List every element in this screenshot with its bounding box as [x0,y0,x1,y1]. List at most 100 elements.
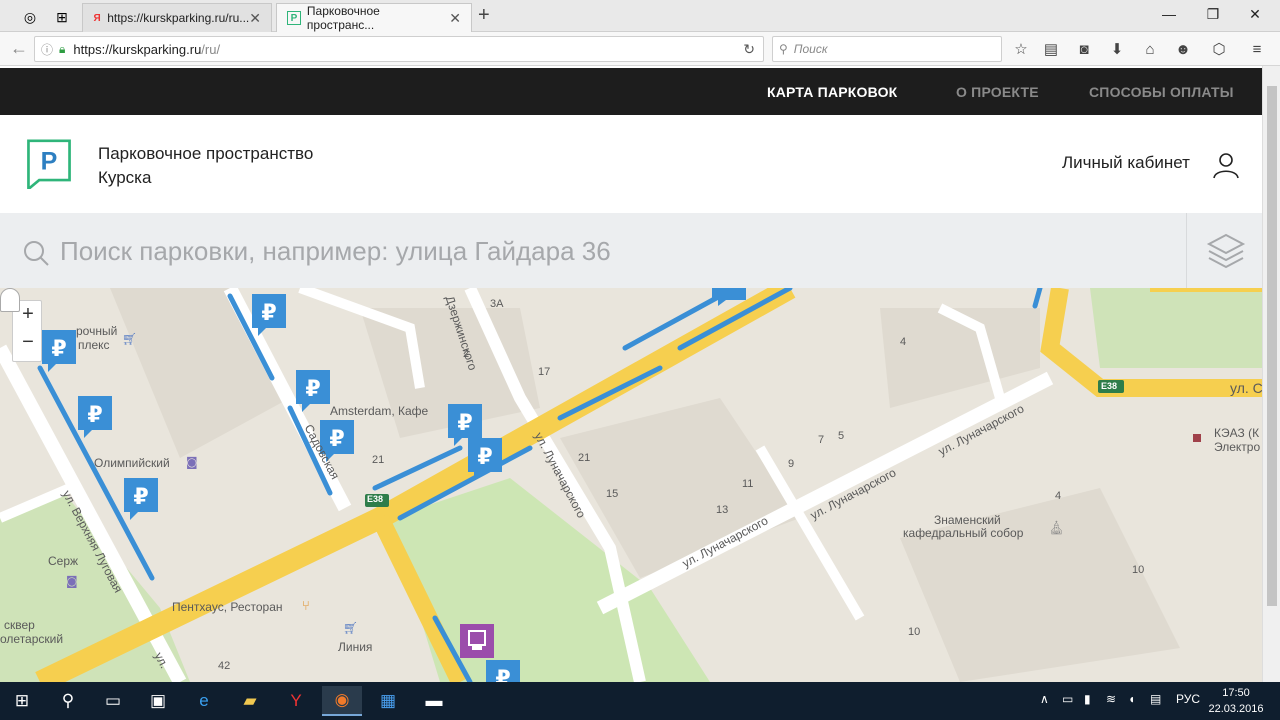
home-icon[interactable]: ⌂ [1139,38,1161,60]
user-icon[interactable] [1212,151,1240,179]
layers-icon[interactable] [1206,231,1246,271]
house-number: 2 [463,348,470,360]
svg-text:₽: ₽ [133,485,148,510]
mouse-cursor-icon [0,288,20,312]
extension-icon[interactable]: ⬡ [1208,38,1230,60]
parking-logo[interactable]: P [24,139,74,189]
clock[interactable]: 17:50 22.03.2016 [1206,685,1266,717]
pinned-tab-windows-icon[interactable]: ⊞ [48,4,76,30]
park-area [1090,288,1262,368]
house-number: 10 [1132,564,1145,576]
svg-text:◙: ◙ [186,455,198,469]
close-tab-icon[interactable]: ✕ [249,10,261,27]
start-button-icon[interactable]: ⊞ [2,686,42,716]
windows-taskbar: ⊞ ⚲ ▭ ▣ e ▰ Y ◉ ▦ ▬ ∧ ▭ ▮ ≋ ◖ ▤ РУС 17:5… [0,682,1280,720]
map-label: Электро [1214,440,1261,454]
map-label: кафедральный собор [903,526,1024,540]
bookmark-star-icon[interactable]: ☆ [1010,38,1032,60]
menu-icon[interactable]: ≡ [1246,38,1268,60]
close-tab-icon[interactable]: ✕ [449,10,461,27]
house-number: 3А [490,298,504,310]
page-scrollbar[interactable] [1262,66,1280,682]
tab-kurskparking[interactable]: Я https://kurskparking.ru/ru... ✕ [82,3,272,32]
url-text: https://kurskparking.ru/ru/ [73,41,221,57]
search-icon: ⚲ [779,42,788,56]
chevron-up-icon[interactable]: ∧ [1040,692,1049,706]
tray-icon[interactable]: ▭ [1062,692,1073,706]
svg-text:₽: ₽ [329,427,344,452]
house-number: 4 [900,336,907,348]
map-label: Пентхаус, Ресторан [172,600,283,614]
search-input[interactable]: Поиск парковки, например: улица Гайдара … [60,236,611,267]
download-icon[interactable]: ⬇ [1106,38,1128,60]
wifi-icon[interactable]: ≋ [1106,692,1116,706]
lock-icon: 🔒︎ [59,41,66,56]
tab-label: Парковочное пространс... [306,4,380,32]
notification-icon[interactable]: ▤ [1150,692,1161,706]
browser-search-input[interactable]: ⚲ Поиск [772,36,1002,62]
site-top-nav: КАРТА ПАРКОВОК О ПРОЕКТЕ СПОСОБЫ ОПЛАТЫ [0,68,1262,115]
map-label: Знаменский [934,513,1001,527]
svg-text:₽: ₽ [305,377,320,402]
volume-icon[interactable]: ◖ [1128,692,1135,706]
map-label: сквер [4,618,35,632]
house-number: 11 [742,478,754,490]
chat-icon[interactable]: ☻ [1172,38,1194,60]
svg-text:⑂: ⑂ [302,599,310,614]
clock-time: 17:50 [1222,687,1250,699]
route-label: E38 [367,494,384,504]
minimize-button[interactable]: — [1154,6,1184,22]
battery-icon[interactable]: ▮ [1084,692,1091,706]
file-explorer-icon[interactable]: ▰ [230,686,270,716]
payment-terminal-marker[interactable] [460,624,494,658]
address-bar[interactable]: ⓘ 🔒︎ https://kurskparking.ru/ru/ ↻ [34,36,764,62]
house-number: 15 [606,488,619,500]
language-indicator[interactable]: РУС [1176,692,1200,706]
nav-about[interactable]: О ПРОЕКТЕ [956,68,1039,115]
firefox-icon[interactable]: ◉ [322,686,362,716]
map-label: рочный [76,324,118,338]
house-number: 5 [838,430,845,442]
svg-text:₽: ₽ [87,403,102,428]
clock-date: 22.03.2016 [1208,703,1264,715]
map-label: плекс [78,338,110,352]
pocket-icon[interactable]: ◙ [1073,38,1095,60]
nav-parking-map[interactable]: КАРТА ПАРКОВОК [767,68,897,115]
parking-map[interactable]: ₽ ₽ ₽ ₽ ₽ ₽ ₽ ₽ ₽ 🛒︎ ◙ ◙ 🛒︎ ⑂ ⛪︎ Amsterd… [0,288,1262,682]
scrollbar-thumb[interactable] [1267,86,1277,606]
map-label: Олимпийский [94,456,170,470]
reload-icon[interactable]: ↻ [743,41,755,58]
search-icon[interactable]: ⚲ [48,686,88,716]
house-number: 17 [538,366,551,378]
app-icon[interactable]: ▬ [414,686,454,716]
store-icon[interactable]: ▣ [138,686,178,716]
search-placeholder: Поиск [793,42,828,56]
reading-list-icon[interactable]: ▤ [1040,38,1062,60]
info-icon[interactable]: ⓘ [41,41,53,58]
route-label: E38 [1101,381,1118,391]
back-arrow-icon[interactable]: ← [10,38,28,59]
account-link[interactable]: Личный кабинет [1062,153,1190,173]
task-view-icon[interactable]: ▭ [93,686,133,716]
parking-search-bar[interactable]: Поиск парковки, например: улица Гайдара … [0,213,1262,288]
new-tab-button[interactable]: + [478,4,490,27]
house-number: 42 [218,660,231,672]
close-window-button[interactable]: ✕ [1240,6,1270,23]
site-title: Парковочное пространство Курска [98,144,314,187]
tab-parking-space[interactable]: P Парковочное пространс... ✕ [276,3,472,32]
nav-payment-methods[interactable]: СПОСОБЫ ОПЛАТЫ [1089,68,1234,115]
svg-text:₽: ₽ [477,445,492,470]
yandex-browser-icon[interactable]: Y [276,686,316,716]
zoom-out-button[interactable]: − [13,331,43,354]
pinned-tab-firefox-icon[interactable]: ◎ [16,4,44,30]
app-icon[interactable]: ▦ [368,686,408,716]
svg-text:₽: ₽ [261,301,276,326]
divider [1186,213,1187,288]
browser-tab-bar: ◎ ⊞ Я https://kurskparking.ru/ru... ✕ P … [0,0,1280,32]
yandex-icon: Я [93,12,101,24]
svg-text:⛪︎: ⛪︎ [1048,520,1065,536]
svg-text:🛒︎: 🛒︎ [343,621,358,635]
maximize-button[interactable]: ❐ [1198,6,1228,23]
house-number: 4 [1055,490,1062,502]
edge-icon[interactable]: e [184,686,224,716]
